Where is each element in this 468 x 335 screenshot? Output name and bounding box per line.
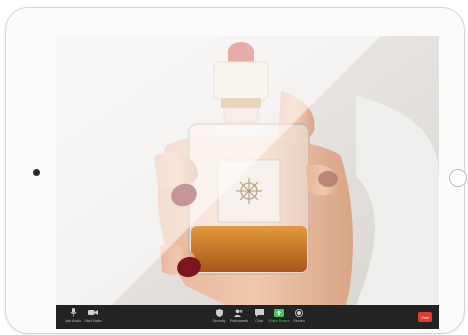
start-video-label: Start Video bbox=[84, 319, 102, 323]
screen: Join Audio Start Video Security Particip… bbox=[56, 36, 439, 329]
security-label: Security bbox=[212, 319, 226, 323]
shield-icon bbox=[212, 307, 226, 318]
end-meeting-button[interactable]: End bbox=[418, 312, 432, 322]
microphone-icon bbox=[66, 307, 80, 318]
meeting-toolbar: Join Audio Start Video Security Particip… bbox=[56, 305, 439, 329]
record-icon bbox=[292, 307, 306, 318]
record-label: Record bbox=[293, 319, 305, 323]
join-audio-label: Join Audio bbox=[64, 319, 82, 323]
home-button[interactable] bbox=[449, 169, 467, 187]
chat-icon bbox=[252, 307, 266, 318]
tablet-frame: Join Audio Start Video Security Particip… bbox=[6, 8, 467, 333]
record-button[interactable]: Record bbox=[286, 307, 312, 327]
video-camera-icon bbox=[86, 307, 100, 318]
participants-icon bbox=[232, 307, 246, 318]
start-video-button[interactable]: Start Video bbox=[80, 307, 106, 327]
video-feed-image bbox=[56, 36, 439, 305]
share-screen-icon bbox=[272, 307, 286, 318]
front-camera bbox=[33, 169, 40, 176]
chat-label: Chat bbox=[255, 319, 263, 323]
